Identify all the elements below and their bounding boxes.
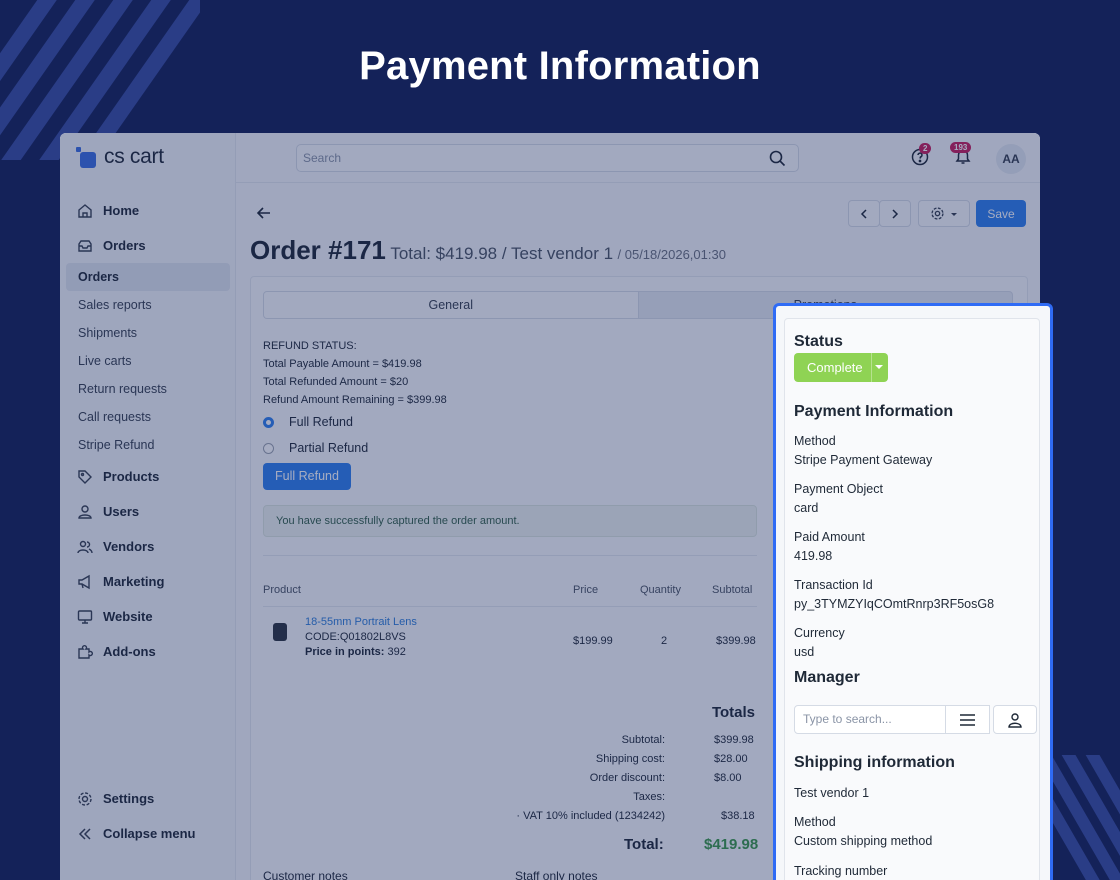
currency-value: usd	[794, 645, 815, 659]
transaction-id-value: py_3TYMZYIqCOmtRnrp3RF5osG8	[794, 597, 995, 611]
status-heading: Status	[794, 333, 843, 350]
menu-icon	[960, 713, 975, 726]
user-icon	[1008, 712, 1022, 728]
status-separator	[871, 353, 872, 382]
tracking-number-label: Tracking number	[794, 864, 888, 878]
manager-search-input[interactable]: Type to search...	[794, 705, 946, 734]
paid-amount-label: Paid Amount	[794, 530, 865, 544]
paid-amount-value: 419.98	[794, 549, 833, 563]
method-value: Stripe Payment Gateway	[794, 453, 933, 467]
decorative-stripes-bottom-right	[1045, 755, 1120, 880]
caret-down-icon	[875, 365, 883, 369]
manager-heading: Manager	[794, 669, 860, 686]
shipping-method-label: Method	[794, 815, 836, 829]
payment-object-value: card	[794, 501, 819, 515]
manager-list-button[interactable]	[945, 705, 990, 734]
status-dropdown[interactable]: Complete	[794, 353, 888, 382]
status-value: Complete	[807, 360, 863, 375]
method-label: Method	[794, 434, 836, 448]
payment-info-heading: Payment Information	[794, 403, 954, 420]
shipping-vendor: Test vendor 1	[794, 786, 870, 800]
shipping-heading: Shipping information	[794, 754, 955, 771]
panel-card: Status Complete Payment Information Meth…	[784, 318, 1040, 880]
transaction-id-label: Transaction Id	[794, 578, 873, 592]
payment-info-panel: Status Complete Payment Information Meth…	[773, 303, 1053, 880]
payment-object-label: Payment Object	[794, 482, 883, 496]
hero-title: Payment Information	[359, 44, 761, 88]
shipping-method-value: Custom shipping method	[794, 834, 933, 848]
currency-label: Currency	[794, 626, 845, 640]
manager-assign-button[interactable]	[993, 705, 1037, 734]
